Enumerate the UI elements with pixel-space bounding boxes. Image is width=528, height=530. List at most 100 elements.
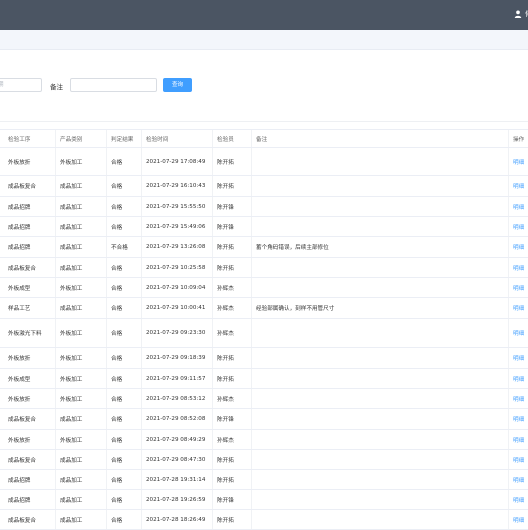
detail-link[interactable]: 明细 (508, 148, 524, 175)
table-row: 外板放折 外板加工 合格 2021-07-29 08:53:12 孙辉杰 明细 (0, 389, 528, 409)
detail-link[interactable]: 明细 (508, 389, 524, 408)
table-cell (251, 176, 256, 196)
detail-link[interactable]: 明细 (508, 197, 524, 216)
table-cell: 孙辉杰 (212, 389, 234, 408)
table-cell: 成品加工 (55, 510, 82, 529)
table-cell: 成品板复合 (8, 184, 36, 190)
query-button[interactable]: 查询 (163, 78, 192, 92)
table-header: 检验工序 产品类别 判定结果 检验时间 检验员 备注 操作 (0, 129, 528, 148)
table-cell: 2021-07-28 19:26:59 (141, 490, 205, 509)
table-cell: 2021-07-28 19:31:14 (141, 470, 205, 489)
table-cell: 孙辉杰 (212, 298, 234, 318)
table-cell: 合格 (106, 197, 122, 216)
detail-link[interactable]: 明细 (508, 430, 524, 449)
detail-link[interactable]: 明细 (508, 348, 524, 368)
table-cell (251, 278, 256, 297)
table-cell (251, 490, 256, 509)
table-cell: 孙辉杰 (212, 319, 234, 347)
table-cell: 2021-07-29 09:23:30 (141, 319, 205, 347)
table-cell (251, 148, 256, 175)
tab-bar (0, 30, 528, 50)
table-cell: 陈开拓 (212, 176, 234, 196)
table-cell: 样品工艺 (8, 306, 31, 312)
detail-link[interactable]: 明细 (508, 409, 524, 429)
table-row: 成品招牌 成品加工 不合格 2021-07-29 13:26:08 陈开拓 蓄个角码错误，… (0, 237, 528, 258)
table-cell: 不合格 (106, 237, 128, 257)
detail-link[interactable]: 明细 (508, 217, 524, 236)
detail-link[interactable]: 明细 (508, 470, 524, 489)
table-row: 外板放折 外板加工 合格 2021-07-29 08:49:29 孙辉杰 明细 (0, 430, 528, 450)
table-cell: 成品加工 (55, 298, 82, 318)
table-cell: 外板激光下料 (8, 331, 42, 337)
table-cell (251, 510, 256, 529)
table-cell: 2021-07-29 15:55:50 (141, 197, 205, 216)
divider (0, 121, 528, 122)
table-cell: 陈开锋 (212, 197, 234, 216)
column-header: 备注 (251, 130, 267, 147)
table-row: 成品招牌 成品加工 合格 2021-07-28 19:31:14 陈开拓 明细 (0, 470, 528, 490)
table-cell: 成品加工 (55, 450, 82, 469)
table-cell (251, 197, 256, 216)
user-menu[interactable]: 何 (514, 9, 528, 19)
table-cell: 成品板复合 (8, 457, 36, 464)
table-cell: 陈开拓 (212, 237, 234, 257)
detail-link[interactable]: 明细 (508, 278, 524, 297)
table-row: 成品招牌 成品加工 合格 2021-07-28 19:26:59 陈开锋 明细 (0, 490, 528, 510)
table-cell: 2021-07-29 08:52:08 (141, 409, 205, 429)
table-cell: 外板放折 (8, 437, 31, 444)
table-cell: 2021-07-29 09:11:57 (141, 369, 205, 388)
end-date-input[interactable]: 束日期 (0, 78, 42, 92)
table-cell: 2021-07-29 08:49:29 (141, 430, 205, 449)
table-cell: 2021-07-29 10:25:58 (141, 258, 205, 277)
detail-link[interactable]: 明细 (508, 490, 524, 509)
table-cell: 2021-07-29 16:10:43 (141, 176, 205, 196)
table-cell: 合格 (106, 369, 122, 388)
detail-link[interactable]: 明细 (508, 319, 524, 347)
table-cell: 外板加工 (55, 389, 82, 408)
detail-link[interactable]: 明细 (508, 450, 524, 469)
detail-link[interactable]: 明细 (508, 258, 524, 277)
detail-link[interactable]: 明细 (508, 298, 524, 318)
table-cell: 成品招牌 (8, 224, 31, 231)
table-row: 外板放折 外板加工 合格 2021-07-29 17:08:49 陈开拓 明细 (0, 148, 528, 176)
table-cell: 成品板复合 (8, 517, 36, 524)
column-header: 判定结果 (106, 130, 133, 147)
detail-link[interactable]: 明细 (508, 369, 524, 388)
table-cell: 成品加工 (55, 217, 82, 236)
table-row: 成品板复合 成品加工 合格 2021-07-29 08:47:30 陈开拓 明细 (0, 450, 528, 470)
detail-link[interactable]: 明细 (508, 237, 524, 257)
table-cell: 外板加工 (55, 319, 82, 347)
table-cell (251, 389, 256, 408)
table-row: 成品板复合 成品加工 合格 2021-07-29 08:52:08 陈开锋 明细 (0, 409, 528, 430)
table-cell: 合格 (106, 430, 122, 449)
table-row: 成品招牌 成品加工 合格 2021-07-29 15:55:50 陈开锋 明细 (0, 197, 528, 217)
table-cell: 2021-07-29 08:47:30 (141, 450, 205, 469)
table-cell: 成品板复合 (8, 265, 36, 272)
table-cell: 外板放折 (8, 159, 31, 166)
table-cell: 合格 (106, 470, 122, 489)
table-cell (251, 348, 256, 368)
remark-input[interactable] (70, 78, 157, 92)
table-cell: 成品招牌 (8, 477, 31, 484)
table-cell (251, 470, 256, 489)
table-cell: 陈开锋 (212, 409, 234, 429)
table-cell: 2021-07-28 18:26:49 (141, 510, 205, 529)
table-row: 成品板复合 成品加工 合格 2021-07-28 18:26:49 陈开拓 明细 (0, 510, 528, 530)
table-cell (251, 409, 256, 429)
table-cell: 外板成型 (8, 285, 31, 292)
table-cell: 外板成型 (8, 376, 31, 383)
table-cell: 成品加工 (55, 490, 82, 509)
table-cell (251, 430, 256, 449)
table-cell: 成品招牌 (8, 204, 31, 211)
table-cell: 蓄个角码错误，后续主部修位 (251, 237, 329, 257)
detail-link[interactable]: 明细 (508, 510, 524, 529)
table-cell: 合格 (106, 148, 122, 175)
table-row: 外板放折 外板加工 合格 2021-07-29 09:18:39 陈开拓 明细 (0, 348, 528, 369)
table-cell: 合格 (106, 278, 122, 297)
column-header: 产品类别 (55, 130, 82, 147)
table-cell: 合格 (106, 176, 122, 196)
detail-link[interactable]: 明细 (508, 176, 524, 196)
table-cell: 陈开拓 (212, 470, 234, 489)
table-cell: 合格 (106, 217, 122, 236)
table-cell: 孙辉杰 (212, 278, 234, 297)
